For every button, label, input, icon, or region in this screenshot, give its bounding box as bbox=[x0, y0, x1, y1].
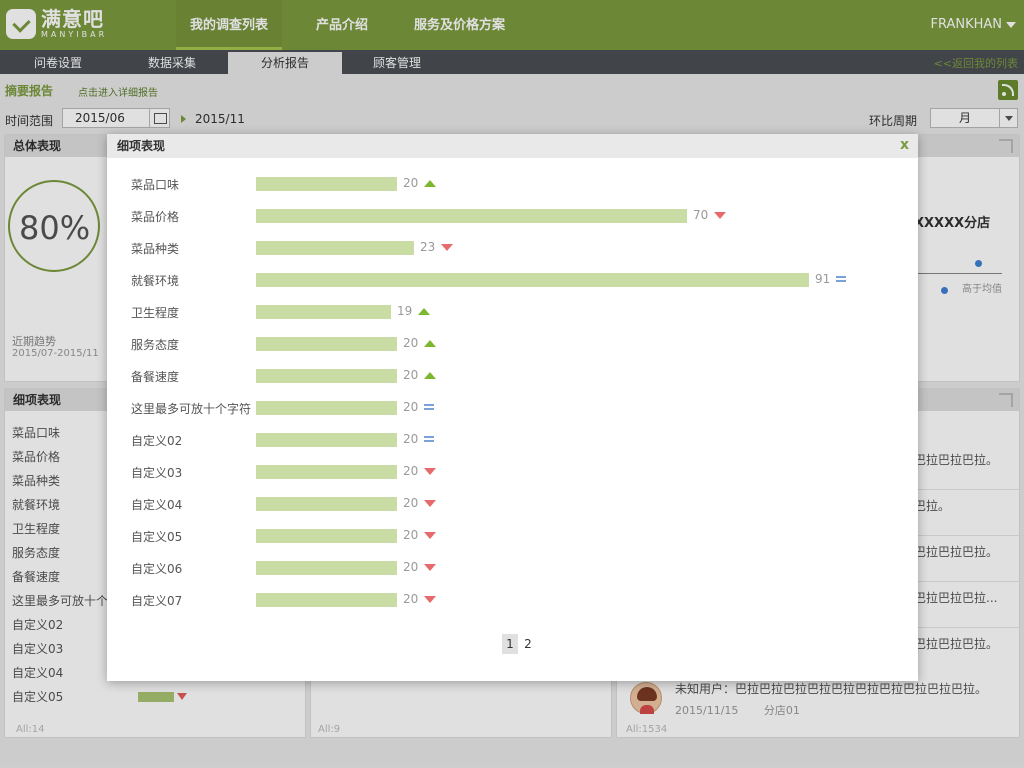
pagination: 12 bbox=[502, 634, 538, 654]
metric-label: 自定义05 bbox=[131, 530, 183, 544]
metric-row: 自定义05 20 bbox=[107, 520, 918, 552]
metric-value: 20 bbox=[403, 592, 419, 606]
metric-bar bbox=[256, 337, 397, 351]
metric-value: 20 bbox=[403, 464, 419, 478]
metric-value: 70 bbox=[693, 208, 709, 222]
trend-down-icon bbox=[714, 212, 726, 219]
metric-value: 19 bbox=[397, 304, 413, 318]
trend-equal-icon bbox=[424, 404, 434, 410]
metric-row: 就餐环境 91 bbox=[107, 264, 918, 296]
page-2[interactable]: 2 bbox=[520, 634, 536, 654]
metric-row: 服务态度 20 bbox=[107, 328, 918, 360]
trend-up-icon bbox=[424, 180, 436, 187]
metric-row: 菜品种类 23 bbox=[107, 232, 918, 264]
metric-label: 菜品价格 bbox=[131, 210, 180, 224]
metric-label: 自定义06 bbox=[131, 562, 183, 576]
metric-row: 自定义02 20 bbox=[107, 424, 918, 456]
metric-row: 卫生程度 19 bbox=[107, 296, 918, 328]
trend-up-icon bbox=[424, 372, 436, 379]
metric-row: 自定义04 20 bbox=[107, 488, 918, 520]
modal-title: 细项表现 bbox=[107, 134, 918, 158]
metric-label: 菜品口味 bbox=[131, 178, 180, 192]
metric-bar bbox=[256, 465, 397, 479]
trend-down-icon bbox=[424, 564, 436, 571]
metric-bar bbox=[256, 241, 414, 255]
metric-bar bbox=[256, 369, 397, 383]
metric-label: 卫生程度 bbox=[131, 306, 180, 320]
trend-up-icon bbox=[418, 308, 430, 315]
metric-label: 菜品种类 bbox=[131, 242, 180, 256]
metric-value: 20 bbox=[403, 528, 419, 542]
metric-value: 91 bbox=[815, 272, 831, 286]
metric-label: 备餐速度 bbox=[131, 370, 180, 384]
metric-label: 自定义03 bbox=[131, 466, 183, 480]
metric-bar bbox=[256, 305, 391, 319]
metric-value: 20 bbox=[403, 336, 419, 350]
close-icon[interactable]: x bbox=[900, 137, 909, 153]
metric-row: 这里最多可放十个字符 20 bbox=[107, 392, 918, 424]
metric-bar bbox=[256, 177, 397, 191]
metric-row: 菜品口味 20 bbox=[107, 168, 918, 200]
metric-bar bbox=[256, 529, 397, 543]
detail-modal: 细项表现 x 菜品口味 20 菜品价格 70 菜品种类 23 就餐环境 91 卫生程度 19 服务态… bbox=[107, 134, 918, 681]
metric-value: 23 bbox=[420, 240, 436, 254]
metric-label: 就餐环境 bbox=[131, 274, 180, 288]
metric-label: 自定义04 bbox=[131, 498, 183, 512]
metric-row: 自定义06 20 bbox=[107, 552, 918, 584]
metric-row: 自定义03 20 bbox=[107, 456, 918, 488]
metric-bar bbox=[256, 401, 397, 415]
metric-label: 服务态度 bbox=[131, 338, 180, 352]
trend-down-icon bbox=[424, 532, 436, 539]
metric-bar bbox=[256, 561, 397, 575]
trend-down-icon bbox=[441, 244, 453, 251]
modal-bar-list: 菜品口味 20 菜品价格 70 菜品种类 23 就餐环境 91 卫生程度 19 服务态度 20 备餐速度… bbox=[107, 168, 918, 616]
metric-row: 菜品价格 70 bbox=[107, 200, 918, 232]
metric-row: 自定义07 20 bbox=[107, 584, 918, 616]
metric-value: 20 bbox=[403, 400, 419, 414]
page-1[interactable]: 1 bbox=[502, 634, 518, 654]
metric-value: 20 bbox=[403, 368, 419, 382]
metric-bar bbox=[256, 433, 397, 447]
trend-down-icon bbox=[424, 596, 436, 603]
metric-bar bbox=[256, 497, 397, 511]
trend-down-icon bbox=[424, 468, 436, 475]
metric-label: 这里最多可放十个字符 bbox=[131, 402, 252, 416]
metric-value: 20 bbox=[403, 560, 419, 574]
metric-label: 自定义02 bbox=[131, 434, 183, 448]
trend-equal-icon bbox=[424, 436, 434, 442]
metric-value: 20 bbox=[403, 432, 419, 446]
metric-bar bbox=[256, 273, 809, 287]
metric-value: 20 bbox=[403, 496, 419, 510]
metric-row: 备餐速度 20 bbox=[107, 360, 918, 392]
metric-bar bbox=[256, 209, 687, 223]
trend-down-icon bbox=[424, 500, 436, 507]
metric-bar bbox=[256, 593, 397, 607]
trend-up-icon bbox=[424, 340, 436, 347]
metric-value: 20 bbox=[403, 176, 419, 190]
trend-equal-icon bbox=[836, 276, 846, 282]
metric-label: 自定义07 bbox=[131, 594, 183, 608]
